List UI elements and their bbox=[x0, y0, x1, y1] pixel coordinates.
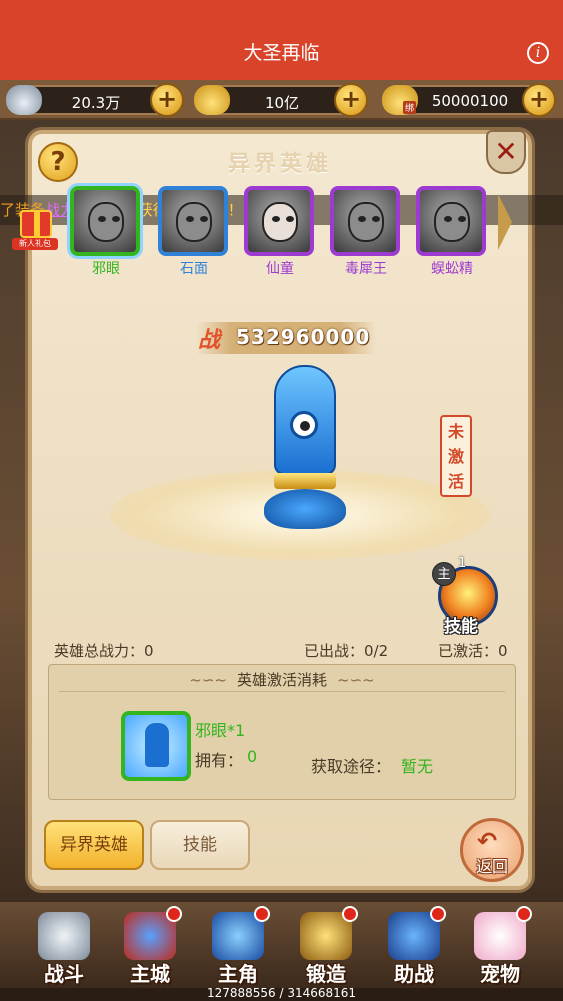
hero-card[interactable]: 邪眼 bbox=[70, 186, 142, 278]
nav-label: 宠物 bbox=[480, 962, 520, 986]
hero-portrait bbox=[158, 186, 228, 256]
bound-gold-value: 50000100 bbox=[431, 92, 509, 110]
nav-label: 主角 bbox=[218, 962, 258, 986]
notification-dot bbox=[254, 906, 270, 922]
back-label: 返回 bbox=[476, 857, 509, 876]
skill-label: 技能 bbox=[444, 617, 478, 637]
panel-title: 异界英雄 bbox=[227, 152, 332, 177]
add-silver-button[interactable]: + bbox=[150, 83, 184, 117]
nav-item-pet[interactable]: 宠物 bbox=[456, 902, 544, 988]
nav-item-battle[interactable]: 战斗 bbox=[20, 902, 108, 988]
back-button[interactable]: ↶ 返回 bbox=[460, 818, 524, 882]
nav-item-hero[interactable]: 主角 bbox=[194, 902, 282, 988]
combat-power: 战 532960000 bbox=[196, 322, 376, 354]
close-button[interactable]: ✕ bbox=[486, 130, 526, 174]
app-header: 大圣再临 i bbox=[0, 0, 563, 80]
info-icon[interactable]: i bbox=[527, 42, 549, 64]
silver-resource: 20.3万 + bbox=[6, 83, 184, 117]
page-title: 大圣再临 bbox=[243, 42, 320, 64]
activated-stat: 已激活：0 bbox=[438, 642, 508, 660]
nav-label: 助战 bbox=[394, 962, 434, 986]
add-gold-button[interactable]: + bbox=[334, 83, 368, 117]
total-power-stat: 英雄总战力：0 bbox=[54, 642, 154, 660]
power-value: 532960000 bbox=[236, 325, 371, 349]
add-bound-gold-button[interactable]: + bbox=[522, 83, 556, 117]
owned-value: 0 bbox=[247, 747, 258, 766]
hero-stats: 英雄总战力：0 已出战：0/2 已激活：0 bbox=[52, 640, 520, 660]
gift-pack-button[interactable]: 新人礼包 bbox=[12, 210, 58, 250]
swords-icon bbox=[38, 912, 90, 960]
bound-gold-ingot-icon: 绑 bbox=[382, 85, 418, 115]
notification-dot bbox=[430, 906, 446, 922]
hero-card[interactable]: 仙童 bbox=[244, 186, 316, 278]
notification-dot bbox=[342, 906, 358, 922]
gift-box-icon bbox=[20, 210, 52, 238]
hero-name: 仙童 bbox=[266, 261, 294, 277]
hero-portrait bbox=[244, 186, 314, 256]
nav-item-city[interactable]: 主城 bbox=[106, 902, 194, 988]
cost-title: 英雄激活消耗 bbox=[49, 669, 515, 690]
owned-label: 拥有： bbox=[195, 751, 244, 770]
resource-bar: 20.3万 + 10亿 + 绑 50000100 + bbox=[0, 80, 563, 120]
power-label: 战 bbox=[198, 328, 221, 353]
hero-name: 邪眼 bbox=[92, 261, 120, 277]
hero-card[interactable]: 石面 bbox=[158, 186, 230, 278]
deployed-stat: 已出战：0/2 bbox=[304, 642, 389, 660]
back-arrow-icon: ↶ bbox=[477, 827, 498, 855]
hero-portrait bbox=[70, 186, 140, 256]
silver-value: 20.3万 bbox=[71, 94, 121, 112]
notification-dot bbox=[516, 906, 532, 922]
nav-label: 战斗 bbox=[44, 962, 84, 986]
inactive-badge: 未激活 bbox=[440, 415, 472, 497]
hero-card[interactable]: 蜈蚣精 bbox=[416, 186, 488, 278]
bound-gold-resource: 绑 50000100 + bbox=[382, 83, 556, 117]
notification-dot bbox=[166, 906, 182, 922]
bottom-nav: 战斗 主城 主角 锻造 助战 宠物 bbox=[0, 902, 563, 988]
hero-portrait bbox=[330, 186, 400, 256]
hero-model[interactable] bbox=[260, 365, 350, 535]
main-skill-badge: 主 bbox=[432, 562, 456, 586]
nav-label: 锻造 bbox=[306, 962, 346, 986]
hero-name: 蜈蚣精 bbox=[431, 261, 473, 277]
tab-otherworld-heroes[interactable]: 异界英雄 bbox=[44, 820, 144, 870]
gift-label: 新人礼包 bbox=[12, 238, 58, 250]
tab-skills[interactable]: 技能 bbox=[150, 820, 250, 870]
nav-item-assist[interactable]: 助战 bbox=[370, 902, 458, 988]
gold-value: 10亿 bbox=[264, 94, 300, 112]
hero-list: 邪眼 石面 仙童 毒犀王 蜈蚣精 bbox=[70, 186, 512, 280]
activation-cost-box: 英雄激活消耗 邪眼*1 拥有： 0 获取途径： 暂无 bbox=[48, 664, 516, 800]
hero-portrait bbox=[416, 186, 486, 256]
nav-item-forge[interactable]: 锻造 bbox=[282, 902, 370, 988]
nav-label: 主城 bbox=[130, 962, 170, 986]
hero-card[interactable]: 毒犀王 bbox=[330, 186, 402, 278]
gold-ingot-icon bbox=[194, 85, 230, 115]
hero-name: 石面 bbox=[180, 261, 208, 277]
help-icon[interactable]: ? bbox=[38, 142, 78, 182]
exp-bar: 127888556 / 314668161 bbox=[0, 986, 563, 1001]
bound-badge: 绑 bbox=[402, 101, 416, 114]
skill-button[interactable]: 主 1 技能 bbox=[432, 556, 504, 637]
hero-name: 毒犀王 bbox=[345, 261, 387, 277]
source-value: 暂无 bbox=[401, 757, 434, 776]
exp-value: 127888556 / 314668161 bbox=[206, 986, 357, 1000]
skill-level: 1 bbox=[458, 556, 467, 571]
gold-resource: 10亿 + bbox=[194, 83, 368, 117]
item-name: 邪眼*1 bbox=[195, 721, 246, 740]
source-label: 获取途径： bbox=[311, 757, 392, 776]
silver-ingot-icon bbox=[6, 85, 42, 115]
item-icon[interactable] bbox=[121, 711, 191, 781]
